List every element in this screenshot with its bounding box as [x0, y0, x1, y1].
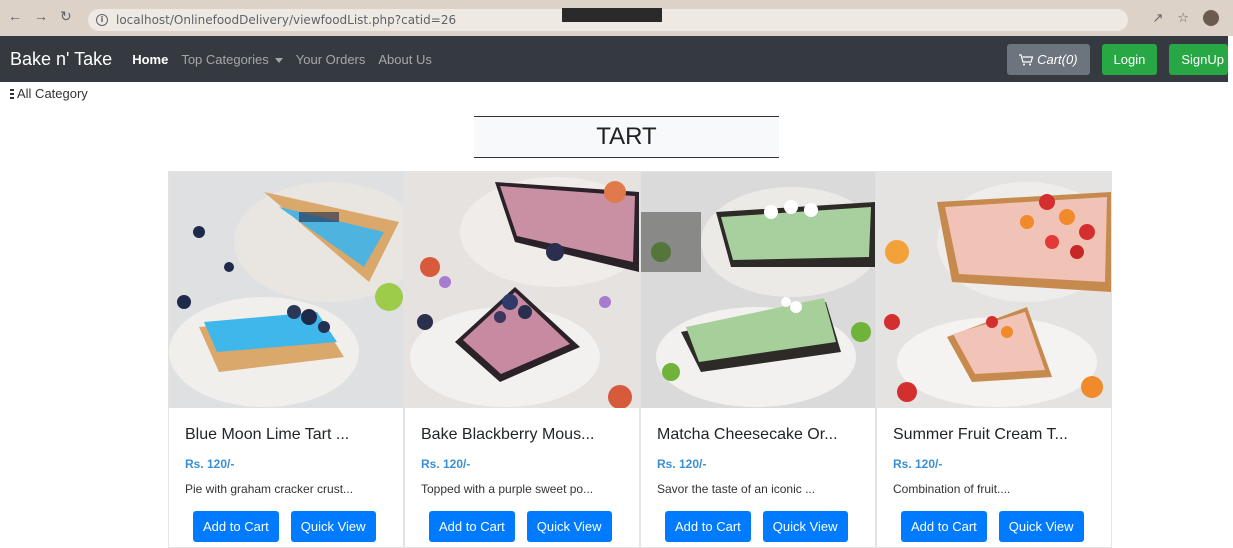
star-icon[interactable]: ☆	[1177, 10, 1189, 26]
product-price: Rs. 120/-	[421, 457, 471, 471]
product-name[interactable]: Bake Blackberry Mous...	[421, 426, 623, 448]
product-card-body: Summer Fruit Cream T... Rs. 120/- Combin…	[877, 408, 1111, 542]
share-icon[interactable]: ↗	[1152, 10, 1163, 26]
back-arrow-icon[interactable]: ←	[8, 8, 22, 25]
product-actions: Add to Cart Quick View	[429, 511, 623, 542]
product-list: Blue Moon Lime Tart ... Rs. 120/- Pie wi…	[168, 171, 1112, 548]
add-to-cart-button[interactable]: Add to Cart	[193, 511, 279, 542]
url-text: localhost/OnlinefoodDelivery/viewfoodLis…	[116, 13, 457, 27]
product-card: Blue Moon Lime Tart ... Rs. 120/- Pie wi…	[168, 171, 404, 548]
product-description: Pie with graham cracker crust...	[185, 482, 354, 496]
product-card: Bake Blackberry Mous... Rs. 120/- Topped…	[404, 171, 640, 548]
nav-top-categories-label: Top Categories	[181, 51, 269, 67]
product-actions: Add to Cart Quick View	[193, 511, 387, 542]
nav-your-orders[interactable]: Your Orders	[296, 52, 366, 67]
quick-view-button[interactable]: Quick View	[290, 511, 376, 542]
browser-chrome: ← → ↻ i localhost/OnlinefoodDelivery/vie…	[0, 0, 1233, 36]
product-price: Rs. 120/-	[893, 457, 943, 471]
brand-logo[interactable]: Bake n' Take	[10, 49, 112, 70]
product-description: Savor the taste of an iconic ...	[657, 482, 816, 496]
site-navbar: Bake n' Take Home Top Categories Your Or…	[0, 36, 1228, 82]
nav-actions: Cart(0) Login SignUp	[1007, 44, 1228, 75]
info-icon[interactable]: i	[96, 14, 108, 26]
product-description: Combination of fruit....	[893, 482, 1011, 496]
quick-view-button[interactable]: Quick View	[998, 511, 1084, 542]
add-to-cart-button[interactable]: Add to Cart	[665, 511, 751, 542]
forward-arrow-icon[interactable]: →	[34, 8, 48, 25]
product-card: Matcha Cheesecake Or... Rs. 120/- Savor …	[640, 171, 876, 548]
product-card-body: Blue Moon Lime Tart ... Rs. 120/- Pie wi…	[169, 408, 403, 542]
product-image[interactable]	[641, 172, 875, 408]
product-card-body: Matcha Cheesecake Or... Rs. 120/- Savor …	[641, 408, 875, 542]
product-name[interactable]: Summer Fruit Cream T...	[893, 426, 1095, 448]
product-actions: Add to Cart Quick View	[665, 511, 859, 542]
add-to-cart-button[interactable]: Add to Cart	[901, 511, 987, 542]
quick-view-button[interactable]: Quick View	[526, 511, 612, 542]
quick-view-button[interactable]: Quick View	[762, 511, 848, 542]
product-price: Rs. 120/-	[657, 457, 707, 471]
reload-icon[interactable]: ↻	[60, 8, 72, 25]
cart-label: Cart(0)	[1037, 52, 1078, 67]
product-name[interactable]: Blue Moon Lime Tart ...	[185, 426, 387, 448]
product-image[interactable]	[405, 172, 639, 408]
cart-icon	[1019, 53, 1034, 65]
nav-home[interactable]: Home	[132, 52, 168, 67]
product-card-body: Bake Blackberry Mous... Rs. 120/- Topped…	[405, 408, 639, 542]
product-name[interactable]: Matcha Cheesecake Or...	[657, 426, 859, 448]
login-button[interactable]: Login	[1101, 44, 1158, 75]
browser-toolbar-icons: ↗ ☆	[1152, 10, 1219, 26]
product-card: Summer Fruit Cream T... Rs. 120/- Combin…	[876, 171, 1112, 548]
product-image[interactable]	[877, 172, 1111, 408]
category-title: TART	[474, 116, 779, 158]
nav-about-us[interactable]: About Us	[378, 52, 431, 67]
redaction-block	[562, 8, 662, 22]
browser-nav-buttons: ← → ↻	[8, 8, 72, 25]
product-actions: Add to Cart Quick View	[901, 511, 1095, 542]
add-to-cart-button[interactable]: Add to Cart	[429, 511, 515, 542]
nav-top-categories[interactable]: Top Categories	[181, 51, 283, 67]
profile-avatar-icon[interactable]	[1203, 10, 1219, 26]
product-image[interactable]	[169, 172, 403, 408]
all-category-link[interactable]: All Category	[10, 86, 88, 101]
caret-down-icon	[274, 57, 283, 63]
all-category-label: All Category	[17, 86, 88, 101]
cart-button[interactable]: Cart(0)	[1007, 44, 1090, 75]
product-price: Rs. 120/-	[185, 457, 235, 471]
signup-button[interactable]: SignUp	[1169, 44, 1228, 75]
grip-icon	[10, 88, 14, 99]
product-description: Topped with a purple sweet po...	[421, 482, 594, 496]
